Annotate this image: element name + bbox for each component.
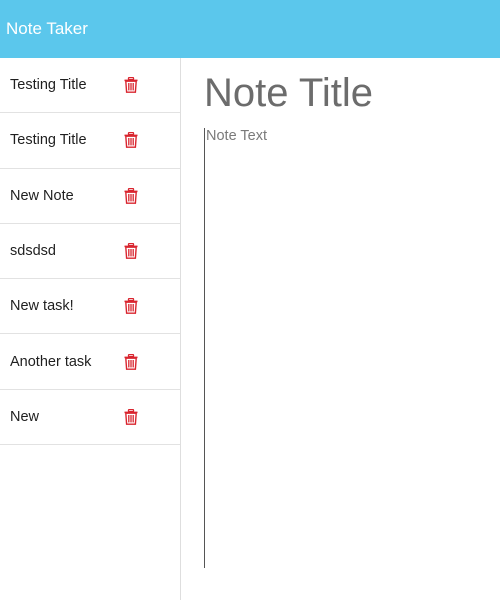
trash-icon[interactable] xyxy=(122,187,140,205)
note-list: Testing Title Testing Title New Note sdsdsd… xyxy=(0,58,180,446)
note-list-item[interactable]: Testing Title xyxy=(0,58,180,114)
note-item-title: Another task xyxy=(10,353,92,370)
note-list-item[interactable]: New Note xyxy=(0,169,180,224)
note-item-title: Testing Title xyxy=(10,132,87,149)
trash-icon[interactable] xyxy=(122,408,140,426)
brand-link[interactable]: Note Taker xyxy=(6,19,88,39)
note-list-sidebar: Testing Title Testing Title New Note sdsdsd… xyxy=(0,58,181,600)
trash-icon[interactable] xyxy=(122,131,140,149)
note-title-input[interactable] xyxy=(204,70,494,116)
trash-icon[interactable] xyxy=(122,297,140,315)
trash-icon[interactable] xyxy=(122,353,140,371)
note-list-item[interactable]: Testing Title xyxy=(0,113,180,169)
note-list-item[interactable]: New xyxy=(0,390,180,446)
note-item-title: Testing Title xyxy=(10,77,87,94)
note-list-item[interactable]: Another task xyxy=(0,334,180,390)
trash-icon[interactable] xyxy=(122,76,140,94)
note-item-title: New task! xyxy=(10,298,74,315)
note-list-item[interactable]: sdsdsd xyxy=(0,224,180,280)
note-text-input[interactable] xyxy=(204,128,494,568)
trash-icon[interactable] xyxy=(122,242,140,260)
note-list-item[interactable]: New task! xyxy=(0,279,180,335)
note-editor xyxy=(182,58,500,600)
note-item-title: New xyxy=(10,408,40,425)
navbar: Note Taker xyxy=(0,0,500,58)
note-item-title: sdsdsd xyxy=(10,243,56,260)
note-item-title: New Note xyxy=(10,187,74,204)
